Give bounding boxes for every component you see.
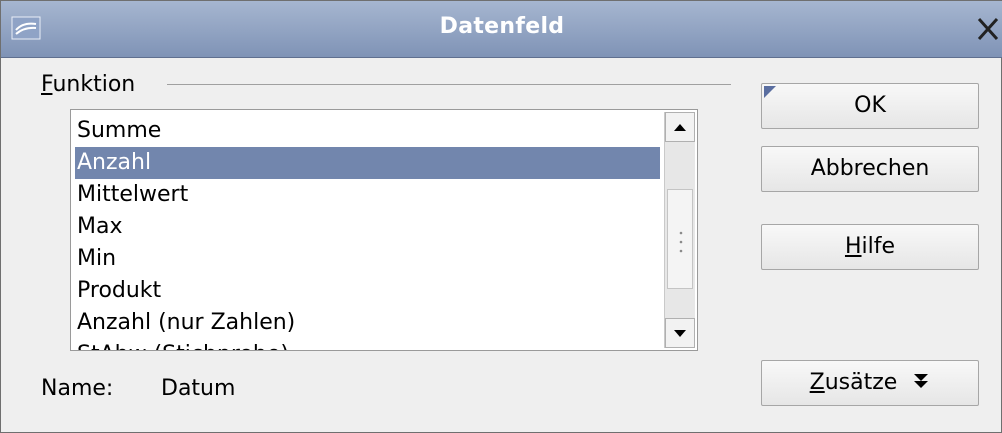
- list-item[interactable]: Summe: [75, 115, 660, 147]
- function-listbox[interactable]: Summe Anzahl Mittelwert Max Min Produkt Anzahl…: [70, 109, 698, 351]
- list-item[interactable]: Min: [75, 243, 660, 275]
- help-button-label: ilfe: [861, 234, 896, 259]
- options-mnemonic: Z: [809, 370, 825, 395]
- function-list: Summe Anzahl Mittelwert Max Min Produkt Anzahl…: [75, 115, 660, 350]
- default-indicator-icon: [764, 86, 776, 98]
- help-button[interactable]: Hilfe: [761, 224, 979, 270]
- ok-button-label: OK: [854, 93, 886, 118]
- list-item[interactable]: Anzahl (nur Zahlen): [75, 307, 660, 339]
- window-title: Datenfeld: [439, 14, 565, 39]
- title-bar[interactable]: Datenfeld: [1, 1, 1002, 58]
- close-icon[interactable]: [973, 11, 1002, 47]
- scroll-up-button[interactable]: [665, 112, 695, 142]
- arrow-down-icon: [674, 330, 686, 337]
- funktion-label-text: unktion: [52, 72, 136, 97]
- help-mnemonic: H: [844, 234, 862, 259]
- scroll-thumb[interactable]: [667, 189, 693, 290]
- list-item[interactable]: Max: [75, 211, 660, 243]
- list-item[interactable]: Produkt: [75, 275, 660, 307]
- expand-down-icon: [914, 374, 929, 388]
- scroll-down-button[interactable]: [665, 318, 695, 348]
- cancel-button-label: Abbrechen: [810, 156, 930, 181]
- cancel-button[interactable]: Abbrechen: [761, 146, 979, 192]
- grip-icon: [679, 231, 683, 253]
- list-item[interactable]: StAbw (Stichprobe): [75, 339, 660, 350]
- group-divider: [167, 84, 731, 85]
- ok-button[interactable]: OK: [761, 83, 979, 129]
- name-value: Datum: [161, 376, 236, 401]
- funktion-mnemonic: F: [41, 72, 53, 97]
- options-button-label: usätze: [824, 370, 898, 395]
- dialog-window: Datenfeld Funktion Summe Anzahl Mittelwert…: [0, 0, 1002, 433]
- list-item[interactable]: Anzahl: [75, 147, 660, 179]
- name-label: Name:: [41, 376, 114, 401]
- funktion-group-label: Funktion: [41, 72, 135, 97]
- list-item[interactable]: Mittelwert: [75, 179, 660, 211]
- list-scrollbar[interactable]: [664, 112, 695, 348]
- options-button[interactable]: Zusätze: [761, 360, 979, 406]
- arrow-up-icon: [674, 124, 686, 131]
